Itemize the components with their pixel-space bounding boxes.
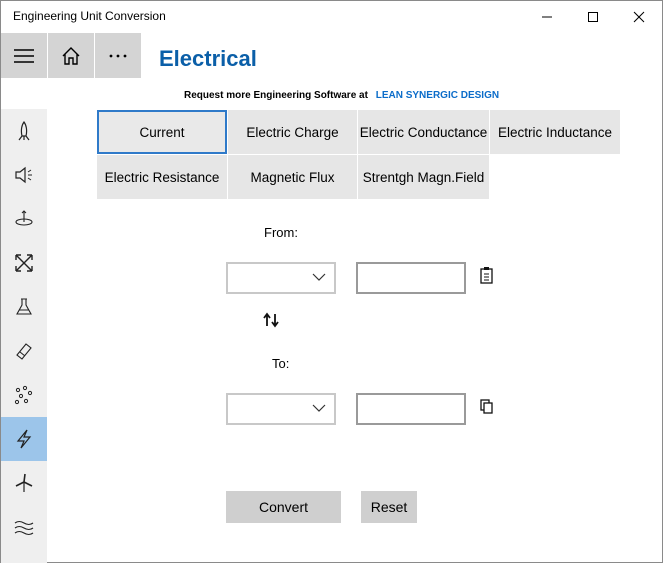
to-value-input[interactable] [356, 393, 466, 425]
to-label: To: [272, 356, 290, 371]
convert-button[interactable]: Convert [226, 491, 341, 523]
from-value-input[interactable] [356, 262, 466, 294]
menu-button[interactable] [1, 33, 47, 78]
maximize-button[interactable] [570, 1, 616, 33]
from-label: From: [264, 225, 298, 240]
home-icon [62, 46, 80, 65]
category-sidebar [1, 109, 47, 563]
wind-turbine-icon [15, 473, 33, 492]
swap-arrows-icon [263, 312, 279, 328]
unit-electric-inductance-button[interactable]: Electric Inductance [490, 110, 620, 154]
page-title: Electrical [159, 46, 257, 71]
paste-button[interactable] [477, 265, 497, 285]
sidebar-item-material[interactable] [1, 329, 47, 373]
eraser-icon [16, 343, 32, 360]
sidebar-item-particles[interactable] [1, 373, 47, 417]
minimize-icon [542, 16, 552, 18]
app-window: Engineering Unit Conversion Electrical R… [0, 0, 663, 563]
unit-magnetic-field-button[interactable]: Strentgh Magn.Field [358, 155, 489, 199]
more-button[interactable] [95, 33, 141, 78]
sidebar-item-energy[interactable] [1, 461, 47, 505]
sidebar-item-chemistry[interactable] [1, 285, 47, 329]
speaker-icon [15, 166, 32, 184]
waves-icon [14, 520, 34, 536]
promo-text: Request more Engineering Software at [184, 90, 368, 101]
home-button[interactable] [48, 33, 94, 78]
chevron-down-icon [312, 273, 326, 281]
to-unit-dropdown[interactable] [226, 393, 336, 425]
rotation-axis-icon [15, 210, 33, 226]
title-bar: Engineering Unit Conversion [1, 1, 662, 33]
particles-icon [14, 385, 33, 405]
copy-button[interactable] [477, 396, 497, 416]
unit-electric-conductance-button[interactable]: Electric Conductance [358, 110, 489, 154]
more-icon [109, 54, 127, 57]
minimize-button[interactable] [524, 1, 570, 33]
sidebar-item-fluids[interactable] [1, 505, 47, 549]
sidebar-item-force[interactable] [1, 241, 47, 285]
unit-magnetic-flux-button[interactable]: Magnetic Flux [228, 155, 357, 199]
arrows-cross-icon [15, 254, 33, 272]
unit-current-button[interactable]: Current [97, 110, 227, 154]
paste-icon [480, 267, 493, 284]
sidebar-item-acoustics[interactable] [1, 153, 47, 197]
command-bar [1, 33, 141, 79]
from-unit-dropdown[interactable] [226, 262, 336, 294]
window-title: Engineering Unit Conversion [13, 9, 166, 23]
sidebar-item-rotation[interactable] [1, 197, 47, 241]
swap-units-button[interactable] [261, 310, 281, 330]
maximize-icon [588, 12, 598, 22]
rocket-icon [18, 120, 30, 141]
flask-icon [16, 298, 32, 315]
chevron-down-icon [312, 404, 326, 412]
hamburger-icon [14, 48, 34, 63]
sidebar-item-rocket[interactable] [1, 109, 47, 153]
unit-electric-resistance-button[interactable]: Electric Resistance [97, 155, 227, 199]
promo-line: Request more Engineering Software at LEA… [184, 90, 499, 101]
close-icon [633, 11, 645, 23]
sidebar-item-electrical[interactable] [1, 417, 47, 461]
lightning-icon [16, 429, 32, 449]
close-button[interactable] [616, 1, 662, 33]
promo-link[interactable]: LEAN SYNERGIC DESIGN [376, 90, 499, 101]
reset-button[interactable]: Reset [361, 491, 417, 523]
copy-icon [480, 399, 493, 414]
unit-electric-charge-button[interactable]: Electric Charge [228, 110, 357, 154]
